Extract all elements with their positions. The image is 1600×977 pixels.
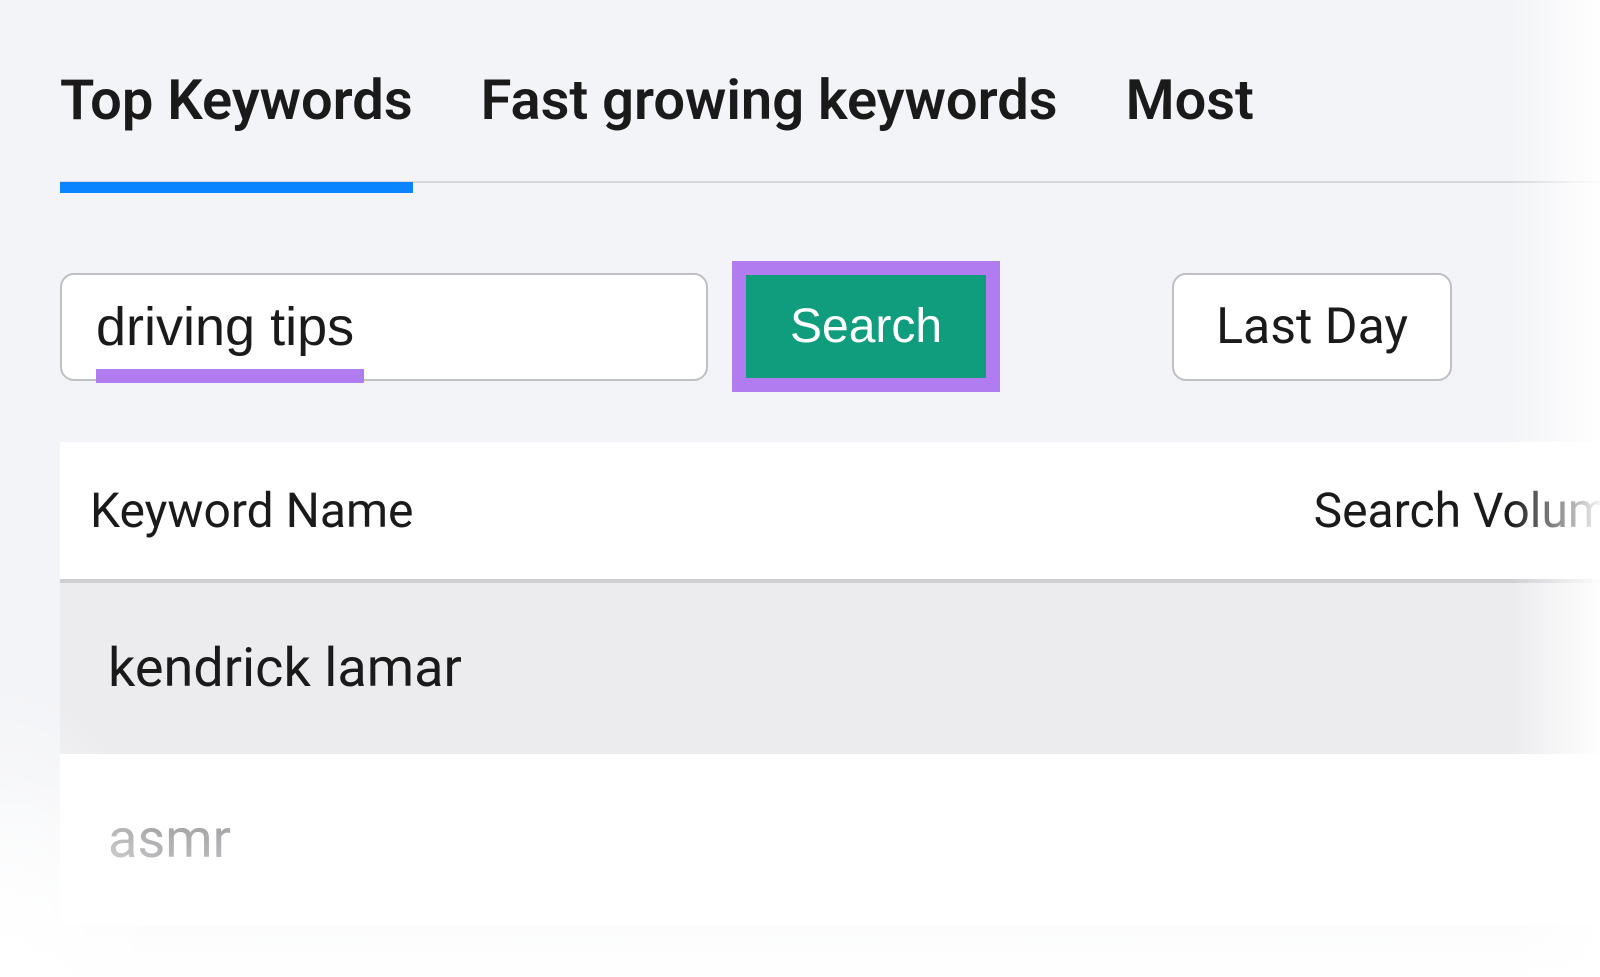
keywords-table: Keyword Name Search Volum kendrick lamar…: [60, 442, 1600, 925]
search-input-wrap: [60, 273, 708, 381]
search-input[interactable]: [60, 273, 708, 381]
table-row[interactable]: asmr: [60, 754, 1600, 925]
table-header: Keyword Name Search Volum: [60, 442, 1600, 583]
column-header-keyword[interactable]: Keyword Name: [90, 482, 414, 539]
table-row[interactable]: kendrick lamar: [60, 583, 1600, 754]
column-header-volume[interactable]: Search Volum: [1314, 482, 1600, 539]
tab-most[interactable]: Most: [1126, 70, 1254, 181]
date-filter-dropdown[interactable]: Last Day: [1172, 273, 1452, 381]
search-button[interactable]: Search: [746, 275, 986, 378]
tab-top-keywords[interactable]: Top Keywords: [60, 70, 413, 181]
search-row: Search Last Day: [60, 261, 1600, 392]
highlight-underline: [96, 369, 364, 383]
tab-fast-growing-keywords[interactable]: Fast growing keywords: [481, 70, 1058, 181]
search-button-highlight: Search: [732, 261, 1000, 392]
tabs-bar: Top Keywords Fast growing keywords Most: [60, 70, 1600, 183]
